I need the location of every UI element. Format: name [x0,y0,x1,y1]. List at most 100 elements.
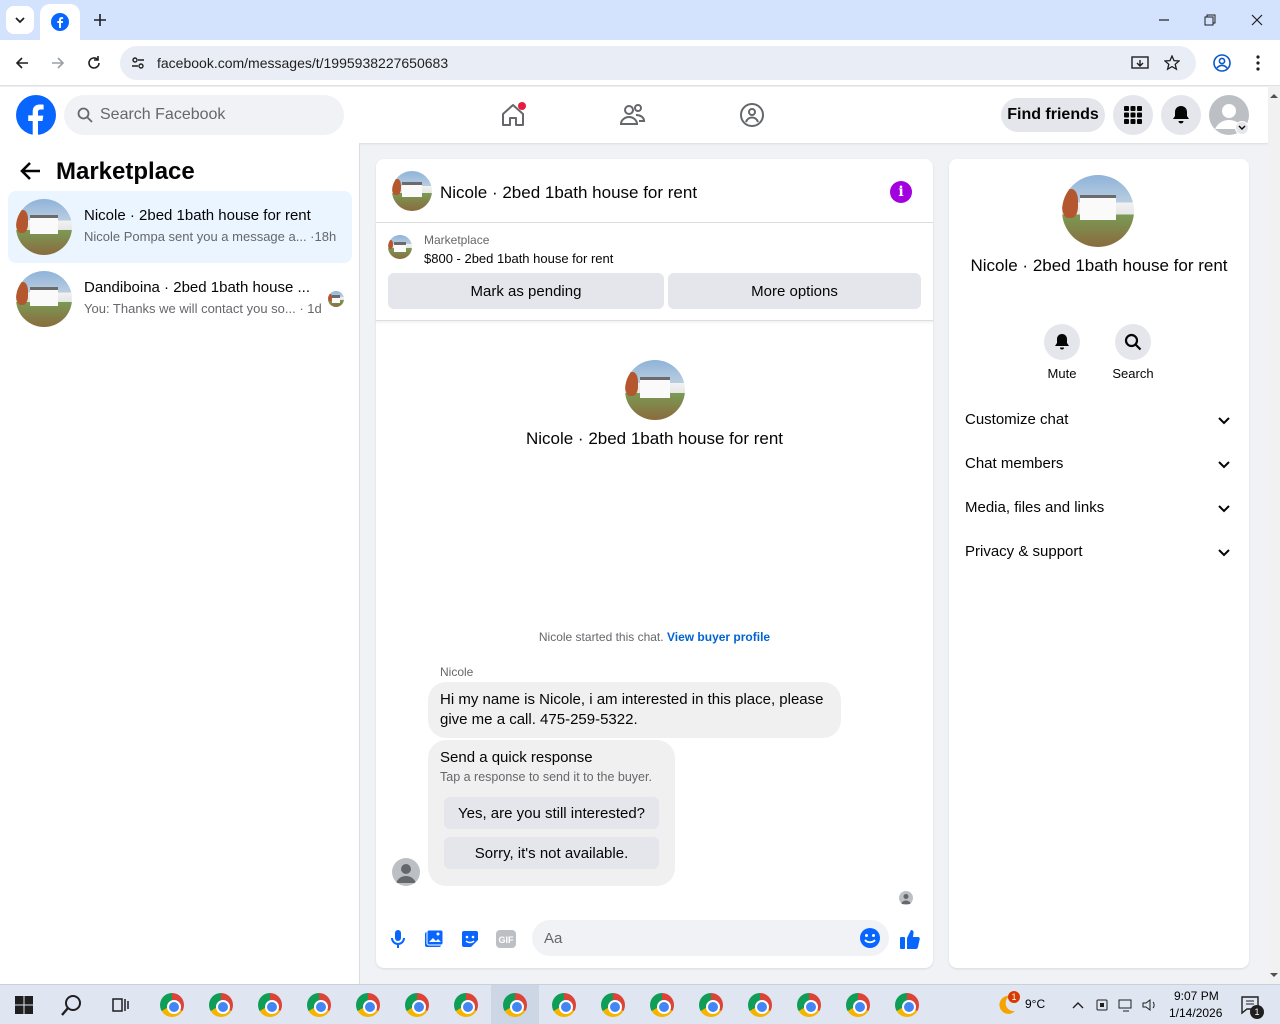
attach-photo-button[interactable] [422,927,446,951]
more-options-button[interactable]: More options [668,273,921,309]
chat-members-section[interactable]: Chat members [949,443,1249,487]
minimize-button[interactable] [1141,0,1187,40]
close-window-button[interactable] [1234,0,1280,40]
chrome-icon [650,993,674,1017]
mute-button[interactable] [1044,324,1080,360]
url-text[interactable]: facebook.com/messages/t/1995938227650683 [157,55,448,71]
restore-button[interactable] [1187,0,1233,40]
bookmark-star-icon[interactable] [1162,53,1182,73]
tab-search-button[interactable] [6,6,34,34]
conversation-name: Dandiboina · 2bed 1bath house ... [84,279,311,296]
notifications-button[interactable] [1161,95,1201,135]
chrome-taskbar-app[interactable] [303,989,335,1021]
site-info-icon[interactable] [128,53,148,73]
account-avatar-button[interactable] [1209,95,1249,135]
chat-avatar[interactable] [392,171,432,211]
chrome-taskbar-app[interactable] [401,989,433,1021]
page-scrollbar[interactable] [1268,87,1280,984]
chrome-taskbar-app[interactable] [254,989,286,1021]
forward-button[interactable] [44,49,72,77]
install-app-icon[interactable] [1130,53,1150,73]
nav-home[interactable] [495,97,531,133]
customize-chat-section[interactable]: Customize chat [949,399,1249,443]
chrome-icon [209,993,233,1017]
search-action[interactable]: Search [1097,324,1169,381]
search-icon [1124,333,1142,351]
chrome-taskbar-app[interactable] [597,989,629,1021]
browser-tab-facebook[interactable] [40,4,80,40]
chrome-taskbar-app[interactable] [842,989,874,1021]
section-label: Privacy & support [965,543,1083,560]
like-button[interactable] [898,927,922,951]
chrome-taskbar-app[interactable] [352,989,384,1021]
back-button[interactable] [8,49,36,77]
voice-clip-button[interactable] [386,927,410,951]
chrome-taskbar-app[interactable] [548,989,580,1021]
listing-thumbnail[interactable] [388,235,412,259]
mark-as-pending-button[interactable]: Mark as pending [388,273,664,309]
chrome-taskbar-app[interactable] [205,989,237,1021]
chrome-taskbar-app[interactable] [793,989,825,1021]
privacy-support-section[interactable]: Privacy & support [949,531,1249,575]
section-label: Customize chat [965,411,1069,428]
search-in-chat-button[interactable] [1115,324,1151,360]
emoji-icon[interactable] [859,927,881,949]
device-tray-icon[interactable] [1090,989,1114,1021]
clock-time[interactable]: 9:07 PM [1174,989,1219,1003]
browser-menu-button[interactable] [1244,49,1272,77]
nav-groups[interactable] [734,97,770,133]
find-friends-button[interactable]: Find friends [1001,98,1105,132]
menu-button[interactable] [1113,95,1153,135]
view-buyer-profile-link[interactable]: View buyer profile [667,630,770,644]
chrome-taskbar-app[interactable] [695,989,727,1021]
quick-response-card: Send a quick response Tap a response to … [428,740,675,886]
account-chevron[interactable] [1235,121,1249,135]
new-tab-button[interactable] [88,8,112,32]
gif-button[interactable]: GIF [494,927,518,951]
weather-widget[interactable]: 1 [990,989,1022,1021]
back-arrow-button[interactable] [20,161,42,186]
chrome-icon [160,993,184,1017]
clock-date[interactable]: 1/14/2026 [1169,1006,1222,1020]
address-bar[interactable]: facebook.com/messages/t/1995938227650683 [120,46,1196,80]
conversation-name: Nicole · 2bed 1bath house for rent [84,207,311,224]
network-tray-icon[interactable] [1114,989,1138,1021]
facebook-search-input[interactable]: Search Facebook [64,95,344,135]
sticker-button[interactable] [458,927,482,951]
chrome-taskbar-app[interactable] [499,989,531,1021]
quick-response-yes-button[interactable]: Yes, are you still interested? [444,797,659,829]
chrome-taskbar-app[interactable] [156,989,188,1021]
mute-label: Mute [1047,366,1077,381]
reload-button[interactable] [80,49,108,77]
chrome-taskbar-app[interactable] [646,989,678,1021]
facebook-logo[interactable] [16,95,56,135]
nav-friends[interactable] [615,97,651,133]
chrome-icon [552,993,576,1017]
mute-action[interactable]: Mute [1026,324,1098,381]
media-files-links-section[interactable]: Media, files and links [949,487,1249,531]
restore-icon [1204,14,1216,26]
chevron-down-icon [1218,549,1230,557]
chat-details-panel: Nicole · 2bed 1bath house for rent Mute … [949,159,1249,968]
start-button[interactable] [8,989,40,1021]
task-view-button[interactable] [104,989,136,1021]
listing-price[interactable]: $800 - 2bed 1bath house for rent [424,251,613,266]
chrome-taskbar-app[interactable] [744,989,776,1021]
chrome-taskbar-app[interactable] [450,989,482,1021]
conversation-item[interactable]: Dandiboina · 2bed 1bath house ... You: T… [8,263,352,335]
profile-button[interactable] [1208,49,1236,77]
quick-response-no-button[interactable]: Sorry, it's not available. [444,837,659,869]
scroll-up-icon [1270,94,1278,98]
chrome-taskbar-app[interactable] [891,989,923,1021]
notification-center-button[interactable]: 1 [1234,989,1266,1021]
network-icon [1118,999,1132,1012]
chevron-down-icon [15,17,25,24]
chat-title[interactable]: Nicole · 2bed 1bath house for rent [440,183,697,203]
weather-temperature[interactable]: 9°C [1025,997,1045,1011]
conversation-item[interactable]: Nicole · 2bed 1bath house for rent Nicol… [8,191,352,263]
taskbar-search-button[interactable] [56,989,88,1021]
message-input[interactable]: Aa [532,920,889,956]
volume-tray-icon[interactable] [1138,989,1162,1021]
show-hidden-icons-button[interactable] [1064,989,1092,1021]
info-icon[interactable]: i [890,181,912,203]
